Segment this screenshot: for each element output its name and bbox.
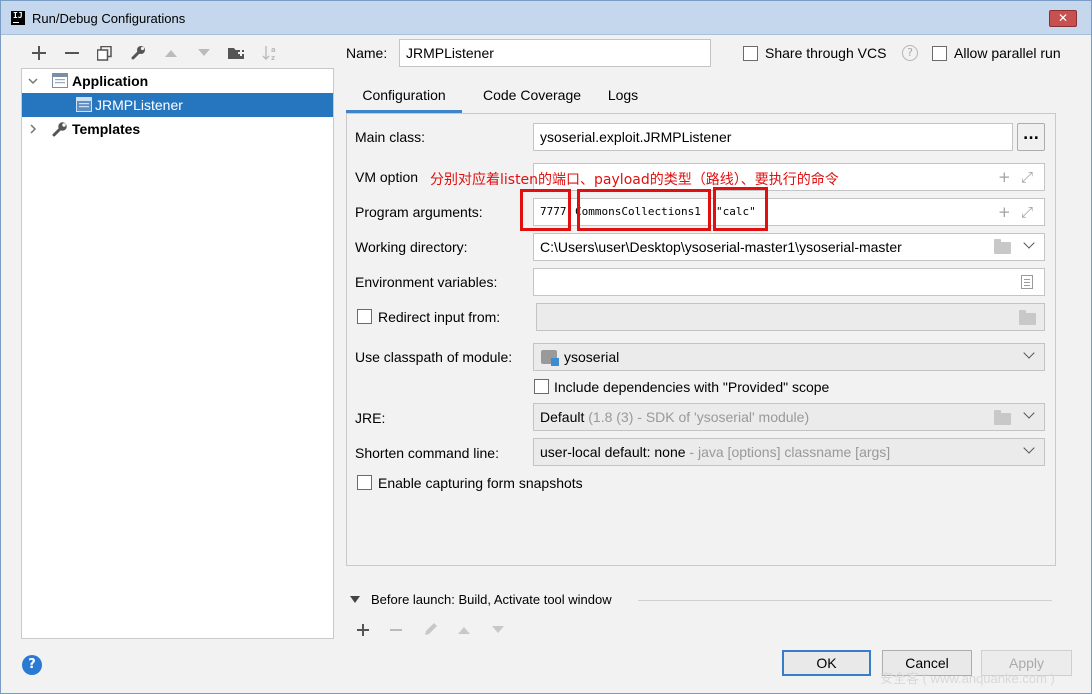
working-dir-label: Working directory: <box>355 239 468 255</box>
document-icon[interactable] <box>1021 275 1033 289</box>
application-icon <box>76 97 92 112</box>
vm-options-label: VM option <box>355 169 419 185</box>
redirect-input-label: Redirect input from: <box>378 309 501 325</box>
shorten-select[interactable]: user-local default: none - java [options… <box>533 438 1045 466</box>
module-icon <box>541 350 559 366</box>
folder-icon[interactable] <box>994 239 1011 254</box>
tree-label-templates: Templates <box>72 121 141 137</box>
classpath-select[interactable]: ysoserial <box>533 343 1045 371</box>
copy-icon[interactable] <box>88 42 121 64</box>
tree-node-templates[interactable]: Templates <box>22 117 333 141</box>
minus-icon[interactable] <box>55 42 88 64</box>
tree-label-application: Application <box>72 73 149 89</box>
share-vcs-checkbox[interactable] <box>743 46 758 61</box>
annotation-note: 分别对应着listen的端口、payload的类型（路线）、要执行的命令 <box>430 172 839 188</box>
svg-text:z: z <box>271 54 275 61</box>
env-vars-label: Environment variables: <box>355 274 498 290</box>
triangle-down-icon[interactable] <box>350 596 360 604</box>
tab-strip: Configuration Code Coverage Logs <box>346 80 1056 113</box>
redirect-input-field <box>536 303 1045 331</box>
chevron-right-icon[interactable] <box>28 124 38 134</box>
ok-button[interactable]: OK <box>782 650 871 676</box>
intellij-logo-icon: IJ <box>11 11 25 25</box>
include-deps-checkbox[interactable] <box>534 379 549 394</box>
folder-add-icon[interactable] <box>220 42 253 64</box>
arrow-up-icon <box>458 627 470 634</box>
tree-label-jrmplistener: JRMPListener <box>95 97 183 113</box>
application-icon <box>52 73 68 88</box>
title-bar: IJ Run/Debug Configurations ✕ <box>1 1 1091 35</box>
folder-icon <box>1019 310 1036 325</box>
shorten-label: Shorten command line: <box>355 445 499 461</box>
before-launch-label: Before launch: Build, Activate tool wind… <box>371 592 612 607</box>
plus-icon[interactable] <box>22 42 55 64</box>
snapshots-checkbox[interactable] <box>357 475 372 490</box>
shorten-detail: - java [options] classname [args] <box>685 444 891 460</box>
wrench-icon[interactable] <box>121 42 154 64</box>
redirect-input-checkbox[interactable] <box>357 309 372 324</box>
tree-node-jrmplistener[interactable]: JRMPListener <box>22 93 333 117</box>
tab-configuration[interactable]: Configuration <box>346 80 462 113</box>
dialog-client: az Application JRMPListener Templates Na… <box>8 36 1084 687</box>
expand-icon[interactable]: ⤢ <box>1021 169 1033 185</box>
include-deps-label: Include dependencies with "Provided" sco… <box>554 379 830 395</box>
main-class-label: Main class: <box>355 129 426 145</box>
env-vars-input[interactable] <box>533 268 1045 296</box>
classpath-label: Use classpath of module: <box>355 349 513 365</box>
window-title: Run/Debug Configurations <box>32 11 186 26</box>
jre-select[interactable]: Default (1.8 (3) - SDK of 'ysoserial' mo… <box>533 403 1045 431</box>
main-class-input[interactable]: ysoserial.exploit.JRMPListener <box>533 123 1013 151</box>
configuration-tree[interactable]: Application JRMPListener Templates <box>21 68 334 639</box>
snapshots-label: Enable capturing form snapshots <box>378 475 583 491</box>
sort-az-icon: az <box>253 42 286 64</box>
chevron-down-icon[interactable] <box>28 76 38 86</box>
allow-parallel-checkbox[interactable] <box>932 46 947 61</box>
program-args-label: Program arguments: <box>355 204 483 220</box>
name-label: Name: <box>346 45 388 61</box>
help-button[interactable]: ? <box>22 655 42 675</box>
arrow-down-icon <box>492 626 504 633</box>
share-vcs-label: Share through VCS <box>765 45 887 61</box>
tree-node-application[interactable]: Application <box>22 69 333 93</box>
arrow-down-icon <box>187 42 220 64</box>
folder-icon[interactable] <box>994 410 1011 425</box>
working-dir-input[interactable]: C:\Users\user\Desktop\ysoserial-master1\… <box>533 233 1045 261</box>
jre-detail: (1.8 (3) - SDK of 'ysoserial' module) <box>584 409 810 425</box>
jre-default: Default <box>540 409 585 425</box>
help-circle-icon[interactable]: ? <box>902 45 918 61</box>
tab-code-coverage[interactable]: Code Coverage <box>472 80 592 113</box>
before-launch-separator <box>638 600 1052 601</box>
highlight-port-box <box>520 189 571 231</box>
config-toolbar: az <box>22 42 286 64</box>
plus-icon[interactable]: + <box>998 204 1011 220</box>
browse-main-class-button[interactable]: ... <box>1017 123 1045 151</box>
jre-label: JRE: <box>355 410 386 426</box>
highlight-command-box <box>713 187 768 231</box>
tab-logs[interactable]: Logs <box>600 80 646 113</box>
run-debug-dialog: IJ Run/Debug Configurations ✕ a z Applic… <box>0 0 1092 694</box>
name-input[interactable]: JRMPListener <box>399 39 711 67</box>
plus-icon[interactable]: + <box>998 169 1011 185</box>
allow-parallel-label: Allow parallel run <box>954 45 1061 61</box>
svg-text:a: a <box>271 46 276 54</box>
watermark-text: 安全客 ( www.anquanke.com ) <box>880 671 1055 686</box>
pencil-icon <box>425 623 437 635</box>
plus-icon[interactable] <box>357 624 369 636</box>
shorten-value: user-local default: none <box>540 444 686 460</box>
expand-icon[interactable]: ⤢ <box>1021 204 1033 220</box>
wrench-icon <box>52 122 67 137</box>
close-button[interactable]: ✕ <box>1049 10 1077 27</box>
arrow-up-icon <box>154 42 187 64</box>
minus-icon <box>390 629 402 631</box>
highlight-payload-box <box>577 189 711 231</box>
